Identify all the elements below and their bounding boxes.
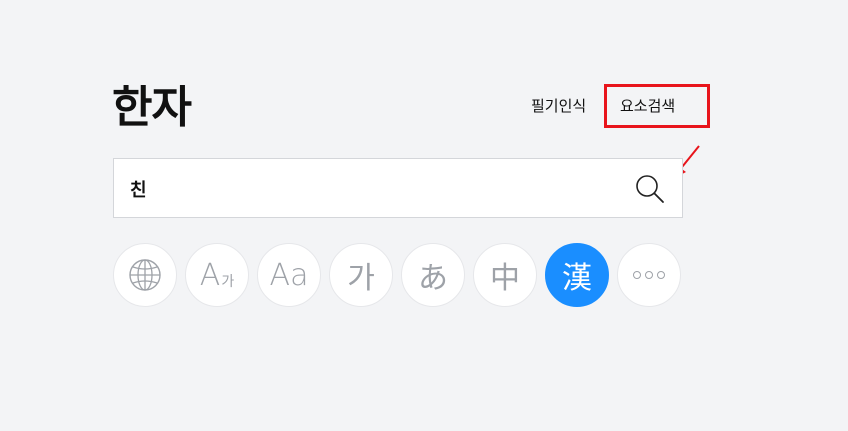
japanese-icon-label: あ — [418, 261, 448, 296]
korean-icon-label: 가 — [347, 261, 375, 296]
lang-button-japanese[interactable]: あ — [401, 243, 465, 307]
chinese-icon-label: 中 — [490, 261, 520, 296]
lang-button-chinese[interactable]: 中 — [473, 243, 537, 307]
annotation-highlight-box — [604, 84, 710, 128]
hanja-icon-label: 漢 — [562, 261, 592, 296]
handwriting-link[interactable]: 필기인식 — [531, 96, 586, 116]
lang-button-korean[interactable]: 가 — [329, 243, 393, 307]
page: 한자 필기인식 요소검색 A 가 Aa — [0, 0, 848, 431]
lang-button-english[interactable]: Aa — [257, 243, 321, 307]
lang-button-korean-english[interactable]: A 가 — [185, 243, 249, 307]
lang-button-global[interactable] — [113, 243, 177, 307]
lang-button-more[interactable] — [617, 243, 681, 307]
search-box — [113, 158, 683, 218]
globe-icon — [129, 259, 161, 291]
more-icon — [633, 271, 665, 279]
font-case-icon-label: Aa — [269, 257, 309, 293]
search-icon[interactable] — [634, 173, 666, 205]
lang-button-hanja[interactable]: 漢 — [545, 243, 609, 307]
font-korean-icon-label: A — [199, 257, 221, 293]
font-korean-icon-sub: 가 — [221, 274, 235, 290]
search-input[interactable] — [128, 171, 612, 207]
page-title: 한자 — [112, 82, 192, 133]
